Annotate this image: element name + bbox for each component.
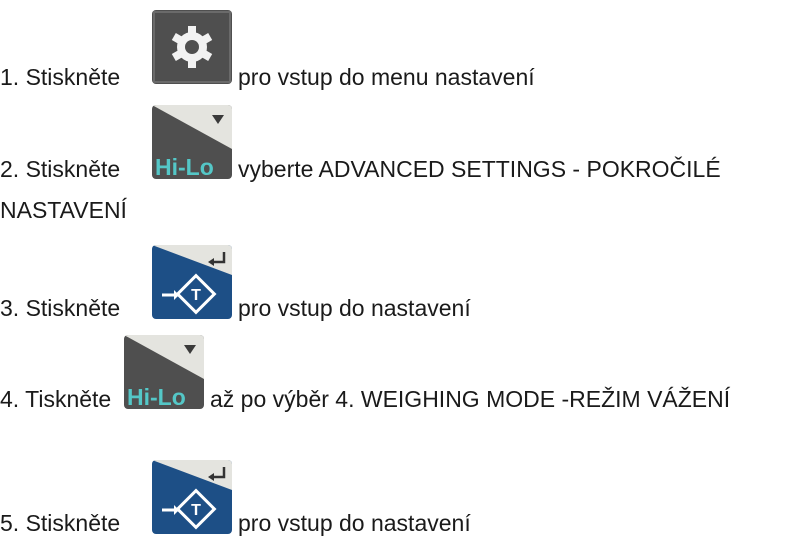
svg-text:T: T bbox=[191, 287, 201, 304]
gear-icon bbox=[152, 10, 232, 84]
hi-lo-key-icon-2: Hi-Lo bbox=[124, 335, 204, 409]
svg-text:Hi-Lo: Hi-Lo bbox=[155, 154, 214, 179]
step-5-number: 5. Stiskněte bbox=[0, 510, 121, 536]
enter-tare-icon: T bbox=[152, 460, 232, 534]
hi-lo-icon: Hi-Lo bbox=[152, 105, 232, 179]
step-4-number: 4. Tiskněte bbox=[0, 386, 112, 412]
step-1-number: 1. Stiskněte bbox=[0, 64, 121, 90]
step-4-text: až po výběr 4. WEIGHING MODE -REŽIM VÁŽE… bbox=[210, 386, 731, 412]
step-5-text: pro vstup do nastavení bbox=[238, 510, 471, 536]
enter-tare-key-icon: T bbox=[152, 245, 232, 319]
step-1-text: pro vstup do menu nastavení bbox=[238, 64, 535, 90]
step-3-text: pro vstup do nastavení bbox=[238, 295, 471, 321]
step-2-text-line2: NASTAVENÍ bbox=[0, 197, 127, 223]
hi-lo-icon: Hi-Lo bbox=[124, 335, 204, 409]
enter-tare-icon: T bbox=[152, 245, 232, 319]
step-2-text: vyberte ADVANCED SETTINGS - POKROČILÉ bbox=[238, 156, 721, 182]
enter-tare-key-icon-2: T bbox=[152, 460, 232, 534]
svg-text:T: T bbox=[191, 502, 201, 519]
hi-lo-key-icon: Hi-Lo bbox=[152, 105, 232, 179]
gear-key-icon bbox=[152, 10, 232, 84]
step-2-number: 2. Stiskněte bbox=[0, 156, 121, 182]
step-3-number: 3. Stiskněte bbox=[0, 295, 121, 321]
svg-text:Hi-Lo: Hi-Lo bbox=[127, 384, 186, 409]
